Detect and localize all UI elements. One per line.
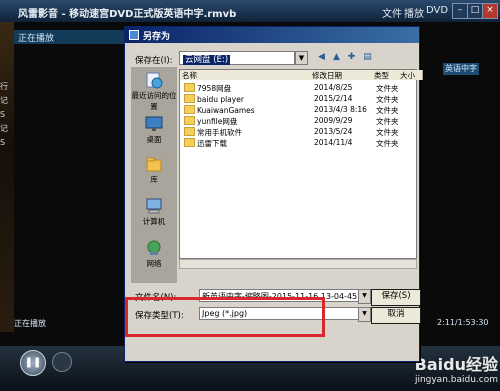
file-type: 文件夹 (376, 117, 399, 126)
up-folder-icon[interactable]: ▲ (330, 51, 343, 64)
place-recent[interactable]: 最近访问的位置 (131, 71, 177, 112)
watermark-url: jingyan.baidu.com (414, 375, 498, 385)
watermark-text: Baidu经验 (414, 355, 498, 374)
pause-button[interactable]: ❚❚ (20, 350, 46, 376)
desktop-labels: 行 记 S 记 S (0, 80, 12, 240)
folder-icon (184, 83, 195, 92)
file-row[interactable]: 常用手机软件 2013/5/24 文件夹 (180, 127, 416, 138)
save-in-combo[interactable]: 云网盘 (E:) (179, 51, 295, 65)
chevron-down-icon[interactable]: ▼ (358, 307, 371, 322)
column-date[interactable]: 修改日期 (310, 70, 377, 80)
horizontal-scrollbar[interactable] (179, 259, 417, 269)
file-name: KuaiwanGames (197, 106, 255, 115)
folder-icon (184, 138, 195, 147)
place-label: 计算机 (142, 217, 166, 226)
file-name: 7958网盘 (197, 84, 232, 93)
file-type: 文件夹 (376, 139, 399, 148)
playlist-tab[interactable]: 英语中字 (443, 63, 479, 75)
player-titlebar: 风雷影音 - 移动速宫DVD正式版英语中字.rmvb 文件 播放 DVD – □… (0, 0, 500, 22)
place-label: 网络 (146, 259, 162, 268)
maximize-icon[interactable]: □ (467, 3, 483, 19)
file-date: 2013/5/24 (314, 127, 353, 136)
place-label: 桌面 (146, 135, 162, 144)
file-name: 常用手机软件 (197, 128, 242, 137)
save-as-dialog: 另存为 保存在(I): 云网盘 (E:) ▼ ◀ ▲ ✚ ▤ 最近访问的位置 桌… (124, 26, 423, 362)
close-icon[interactable]: × (482, 3, 498, 19)
new-folder-icon[interactable]: ✚ (345, 51, 358, 64)
dialog-title: 另存为 (125, 27, 419, 43)
place-network[interactable]: 网络 (131, 239, 177, 269)
file-date: 2009/9/29 (314, 116, 353, 125)
file-list[interactable]: 名称 修改日期 类型 大小 7958网盘 2014/8/25 文件夹 baidu… (179, 69, 423, 259)
column-size[interactable]: 大小 (398, 70, 423, 80)
place-computer[interactable]: 计算机 (131, 197, 177, 227)
column-name[interactable]: 名称 (180, 70, 315, 80)
back-icon[interactable]: ◀ (315, 51, 328, 64)
file-type: 文件夹 (376, 84, 399, 93)
computer-icon (146, 198, 162, 214)
menu-dvd[interactable]: DVD (426, 5, 448, 16)
desktop-label: 记 (0, 124, 8, 133)
folder-icon (184, 94, 195, 103)
folder-icon (184, 116, 195, 125)
desktop-label: 行 (0, 82, 8, 91)
save-in-value: 云网盘 (E:) (183, 55, 231, 65)
file-type: 文件夹 (376, 128, 399, 137)
recent-places-icon (146, 72, 163, 89)
file-name: yunfile网盘 (197, 117, 238, 126)
file-type: 文件夹 (376, 95, 399, 104)
file-name: baidu player (197, 95, 244, 104)
file-row[interactable]: 7958网盘 2014/8/25 文件夹 (180, 83, 416, 94)
desktop-label: 记 (0, 96, 8, 105)
library-icon (146, 157, 162, 172)
network-icon (147, 240, 161, 255)
dialog-app-icon (129, 30, 139, 40)
cancel-button[interactable]: 取消 (371, 307, 421, 324)
thumbnail-highlight-box (125, 297, 325, 337)
file-date: 2015/2/14 (314, 94, 353, 103)
chevron-down-icon[interactable]: ▼ (358, 289, 371, 304)
file-row[interactable]: 迅雷下载 2014/11/4 文件夹 (180, 138, 416, 149)
minimize-icon[interactable]: – (452, 3, 468, 19)
view-menu-icon[interactable]: ▤ (361, 51, 374, 64)
save-in-label: 保存在(I): (135, 56, 173, 66)
file-date: 2014/8/25 (314, 83, 353, 92)
place-label: 最近访问的位置 (131, 91, 177, 111)
player-title: 风雷影音 - 移动速宫DVD正式版英语中字.rmvb (18, 9, 237, 20)
menu-file[interactable]: 文件 (382, 5, 402, 20)
file-type: 文件夹 (376, 106, 399, 115)
desktop-label: S (0, 110, 6, 119)
desktop-icon (145, 116, 163, 131)
save-button[interactable]: 保存(S) (371, 289, 421, 306)
chevron-down-icon[interactable]: ▼ (295, 51, 308, 65)
now-playing-tab[interactable]: 正在播放 (14, 30, 124, 44)
file-row[interactable]: baidu player 2015/2/14 文件夹 (180, 94, 416, 105)
file-name: 迅雷下载 (197, 139, 227, 148)
stop-button[interactable] (52, 352, 72, 372)
place-library[interactable]: 库 (131, 155, 177, 185)
file-date: 2013/4/3 8:16 (314, 105, 367, 114)
place-label: 库 (150, 175, 158, 184)
file-row[interactable]: yunfile网盘 2009/9/29 文件夹 (180, 116, 416, 127)
file-row[interactable]: KuaiwanGames 2013/4/3 8:16 文件夹 (180, 105, 416, 116)
folder-icon (184, 105, 195, 114)
places-bar: 最近访问的位置 桌面 库 计算机 网络 (131, 67, 177, 283)
place-desktop[interactable]: 桌面 (131, 115, 177, 145)
time-display: 2:11/1:53:30 (437, 318, 489, 327)
now-playing-status: 正在播放 (14, 319, 46, 328)
file-date: 2014/11/4 (314, 138, 353, 147)
desktop-label: S (0, 138, 6, 147)
folder-icon (184, 127, 195, 136)
menu-play[interactable]: 播放 (404, 5, 424, 20)
